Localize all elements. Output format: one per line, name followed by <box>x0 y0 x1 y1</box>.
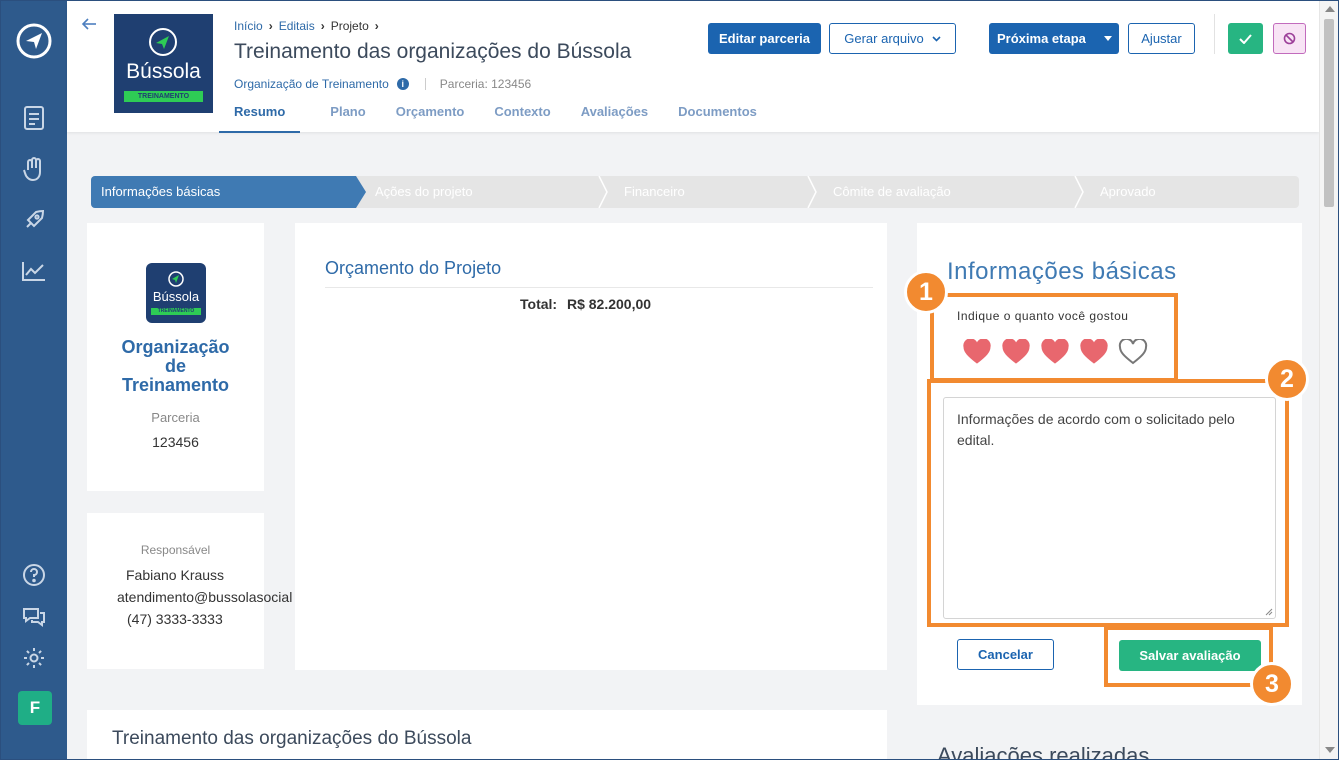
annotation-box-2 <box>927 379 1289 627</box>
tab-bar: Resumo Plano Orçamento Contexto Avaliaçõ… <box>219 104 787 133</box>
scroll-down-icon[interactable] <box>1325 747 1335 753</box>
org-logo: Bússola TREINAMENTO <box>114 14 213 113</box>
divider <box>325 287 873 288</box>
tab-resumo[interactable]: Resumo <box>219 104 301 133</box>
hand-heart-icon[interactable] <box>14 149 54 189</box>
logo-subtext: TREINAMENTO <box>151 308 201 315</box>
org-name: Organização de Treinamento <box>87 338 264 395</box>
annotation-box-3 <box>1104 626 1273 687</box>
generate-file-label: Gerar arquivo <box>844 31 924 46</box>
parceria-value: 123456 <box>152 434 199 450</box>
annotation-badge-1: 1 <box>904 270 948 314</box>
divider <box>424 78 426 90</box>
parceria-number: Parceria: 123456 <box>439 77 532 91</box>
sidebar: F <box>1 1 67 759</box>
approve-button[interactable] <box>1228 23 1263 54</box>
document-icon[interactable] <box>14 98 54 138</box>
breadcrumb-editais[interactable]: Editais <box>279 19 315 33</box>
annotation-box-1 <box>930 293 1178 382</box>
org-name-line: Treinamento <box>121 375 230 395</box>
annotation-badge-3: 3 <box>1250 662 1294 706</box>
logo-wordmark: Bússola <box>126 60 201 83</box>
gear-icon[interactable] <box>14 638 54 678</box>
org-link[interactable]: Organização de Treinamento <box>234 77 389 91</box>
rocket-icon[interactable] <box>14 200 54 240</box>
page-title: Treinamento das organizações do Bússola <box>234 40 632 63</box>
logo-subtext: TREINAMENTO <box>124 91 203 102</box>
next-step-button[interactable]: Próxima etapa <box>989 23 1119 54</box>
divider <box>1214 14 1215 54</box>
budget-total: Total: R$ 82.200,00 <box>520 296 651 312</box>
project-summary-card: Treinamento das organizações do Bússola <box>87 710 887 759</box>
scroll-thumb[interactable] <box>1324 19 1334 207</box>
org-card: Bússola TREINAMENTO Organização de Trein… <box>87 223 264 491</box>
org-subline: Organização de Treinamento i Parceria: 1… <box>234 77 531 91</box>
scrollbar[interactable] <box>1319 1 1338 759</box>
responsible-name: Fabiano Krauss <box>126 567 225 583</box>
project-summary-title: Treinamento das organizações do Bússola <box>112 728 472 749</box>
chevron-down-icon <box>932 35 941 42</box>
step-separator <box>807 176 817 208</box>
responsible-email[interactable]: atendimento@bussolasocial <box>117 589 295 605</box>
budget-total-value: R$ 82.200,00 <box>566 296 652 312</box>
back-arrow-icon[interactable] <box>81 15 97 36</box>
budget-title: Orçamento do Projeto <box>325 258 502 278</box>
breadcrumb-projeto: Projeto <box>330 19 369 33</box>
tab-documentos[interactable]: Documentos <box>678 104 757 133</box>
project-header: Bússola TREINAMENTO Início › Editais › Proje… <box>67 1 1319 133</box>
progress-stepper: Informações básicas Ações do projeto Fin… <box>91 176 1299 208</box>
responsible-label: Responsável <box>140 543 211 557</box>
step-comite-de-avaliacao[interactable]: Cômite de avaliação <box>833 176 951 208</box>
next-step-label: Próxima etapa <box>997 31 1086 46</box>
step-acoes-do-projeto[interactable]: Ações do projeto <box>375 176 473 208</box>
step-separator <box>1074 176 1084 208</box>
tab-avaliacoes[interactable]: Avaliações <box>581 104 648 133</box>
user-avatar[interactable]: F <box>18 691 52 725</box>
step-separator <box>598 176 608 208</box>
responsible-phone: (47) 3333-3333 <box>127 611 223 627</box>
breadcrumb: Início › Editais › Projeto › <box>234 19 379 33</box>
cancel-project-button[interactable] <box>1273 23 1306 54</box>
breadcrumb-inicio[interactable]: Início <box>234 19 263 33</box>
budget-total-label: Total: <box>520 296 558 312</box>
org-logo-small: Bússola TREINAMENTO <box>146 263 206 323</box>
check-icon <box>1239 33 1252 44</box>
annotation-badge-2: 2 <box>1265 357 1309 401</box>
org-name-line: de <box>164 356 186 376</box>
logo-wordmark: Bússola <box>152 289 200 304</box>
chart-icon[interactable] <box>14 251 54 291</box>
ban-icon <box>1283 32 1296 45</box>
info-icon[interactable]: i <box>396 78 409 90</box>
scroll-up-icon[interactable] <box>1325 6 1335 12</box>
adjust-button[interactable]: Ajustar <box>1128 23 1195 54</box>
step-aprovado[interactable]: Aprovado <box>1100 176 1156 208</box>
evaluation-title: Informações básicas <box>947 258 1177 285</box>
cancel-button[interactable]: Cancelar <box>957 639 1054 670</box>
tab-orcamento[interactable]: Orçamento <box>396 104 465 133</box>
budget-card: Orçamento do Projeto Total: R$ 82.200,00 <box>295 223 887 670</box>
step-financeiro[interactable]: Financeiro <box>624 176 685 208</box>
evaluations-done-title: Avaliações realizadas <box>937 743 1150 760</box>
edit-partnership-button[interactable]: Editar parceria <box>708 23 821 54</box>
compass-logo-icon[interactable] <box>14 21 54 61</box>
app-window: F Bússola TREINAMENTO Início › Editais › Pro… <box>0 0 1339 760</box>
generate-file-button[interactable]: Gerar arquivo <box>829 23 956 54</box>
parceria-label: Parceria <box>151 410 200 425</box>
step-informacoes-basicas[interactable]: Informações básicas <box>101 176 220 208</box>
tab-plano[interactable]: Plano <box>330 104 365 133</box>
caret-down-icon[interactable] <box>1104 36 1112 41</box>
chat-icon[interactable] <box>14 597 54 637</box>
org-name-line: Organização <box>121 337 230 357</box>
responsible-card: Responsável Fabiano Krauss atendimento@b… <box>87 513 292 669</box>
help-icon[interactable] <box>14 555 54 595</box>
tab-contexto[interactable]: Contexto <box>494 104 550 133</box>
